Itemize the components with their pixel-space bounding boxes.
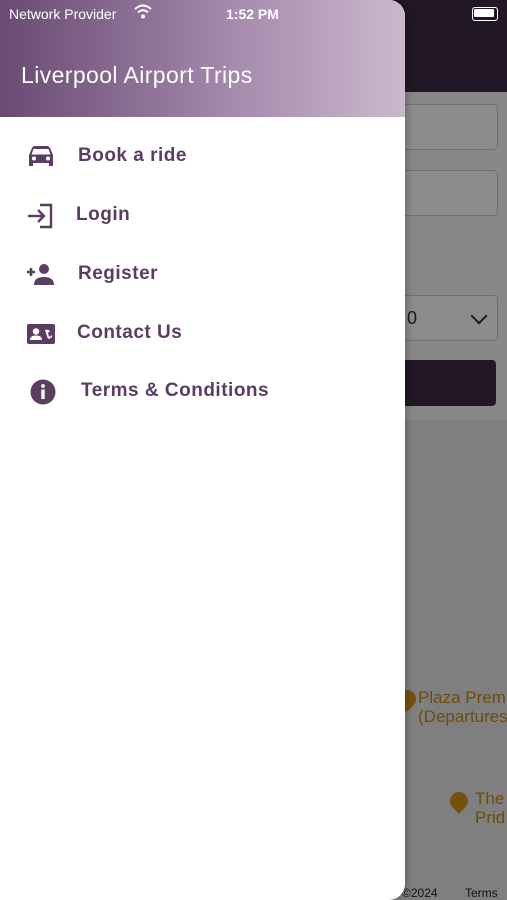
contact-card-icon xyxy=(27,324,55,344)
navigation-drawer: Liverpool Airport Trips Book a ride Logi… xyxy=(0,0,405,900)
menu-item-login[interactable]: Login xyxy=(0,190,405,240)
menu-item-book-a-ride[interactable]: Book a ride xyxy=(0,131,405,181)
menu-label-contact-us: Contact Us xyxy=(77,322,183,343)
drawer-title: Liverpool Airport Trips xyxy=(21,62,253,88)
car-icon xyxy=(29,146,53,166)
wifi-icon xyxy=(134,4,152,19)
menu-item-terms-conditions[interactable]: Terms & Conditions xyxy=(0,366,405,416)
status-time: 1:52 PM xyxy=(226,6,279,22)
menu-label-register: Register xyxy=(78,263,159,284)
menu-label-book-a-ride: Book a ride xyxy=(78,145,187,166)
carrier-label: Network Provider xyxy=(9,6,117,22)
battery-icon xyxy=(472,7,498,21)
menu-item-contact-us[interactable]: Contact Us xyxy=(0,308,405,358)
menu-label-login: Login xyxy=(76,204,131,225)
menu-item-register[interactable]: Register xyxy=(0,249,405,299)
info-icon xyxy=(30,379,56,405)
person-add-icon xyxy=(27,264,54,285)
login-icon xyxy=(28,203,53,229)
status-bar: Network Provider 1:52 PM xyxy=(0,0,507,28)
menu-label-terms-conditions: Terms & Conditions xyxy=(81,380,270,401)
